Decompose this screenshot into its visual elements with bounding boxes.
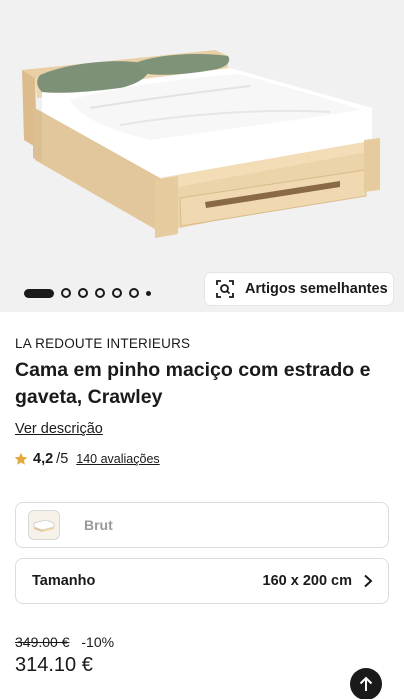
product-title: Cama em pinho maciço com estrado e gavet… (15, 359, 371, 408)
gallery-dot[interactable] (78, 288, 88, 298)
size-selector[interactable]: Tamanho 160 x 200 cm (15, 558, 389, 604)
product-rating[interactable]: 4,2 /5 140 avaliações (14, 451, 160, 467)
similar-items-label: Artigos semelhantes (245, 281, 388, 297)
gallery-pagination[interactable] (24, 288, 151, 298)
discount-badge: -10% (81, 634, 115, 650)
rating-score: 4,2 (33, 451, 54, 467)
gallery-dot-active[interactable] (24, 288, 54, 298)
original-price-row: 349.00 € -10% (15, 634, 114, 650)
rating-max: /5 (56, 451, 69, 467)
bed-product-image (22, 50, 380, 238)
arrow-up-icon (359, 676, 373, 691)
variant-selector[interactable]: Brut (15, 502, 389, 548)
gallery-dot[interactable] (129, 288, 139, 298)
size-label: Tamanho (32, 573, 96, 589)
variant-name: Brut (84, 517, 113, 533)
current-price: 314.10 € (15, 654, 93, 676)
visual-search-icon (216, 280, 234, 298)
view-description-link[interactable]: Ver descrição (15, 421, 103, 437)
similar-items-button[interactable]: Artigos semelhantes (205, 273, 393, 305)
gallery-dot[interactable] (112, 288, 122, 298)
brand-name: LA REDOUTE INTERIEURS (15, 336, 191, 351)
chevron-right-icon (364, 574, 373, 588)
back-to-top-button[interactable] (350, 668, 382, 699)
reviews-link[interactable]: 140 avaliações (76, 452, 159, 466)
gallery-dot[interactable] (61, 288, 71, 298)
gallery-dot[interactable] (146, 290, 151, 296)
original-price: 349.00 € (15, 634, 70, 650)
size-value: 160 x 200 cm (262, 573, 353, 589)
bed-thumbnail-icon (33, 519, 55, 532)
variant-thumbnail (28, 510, 60, 540)
product-image-gallery[interactable]: Artigos semelhantes (0, 0, 404, 312)
gallery-dot[interactable] (95, 288, 105, 298)
star-icon (14, 452, 28, 465)
